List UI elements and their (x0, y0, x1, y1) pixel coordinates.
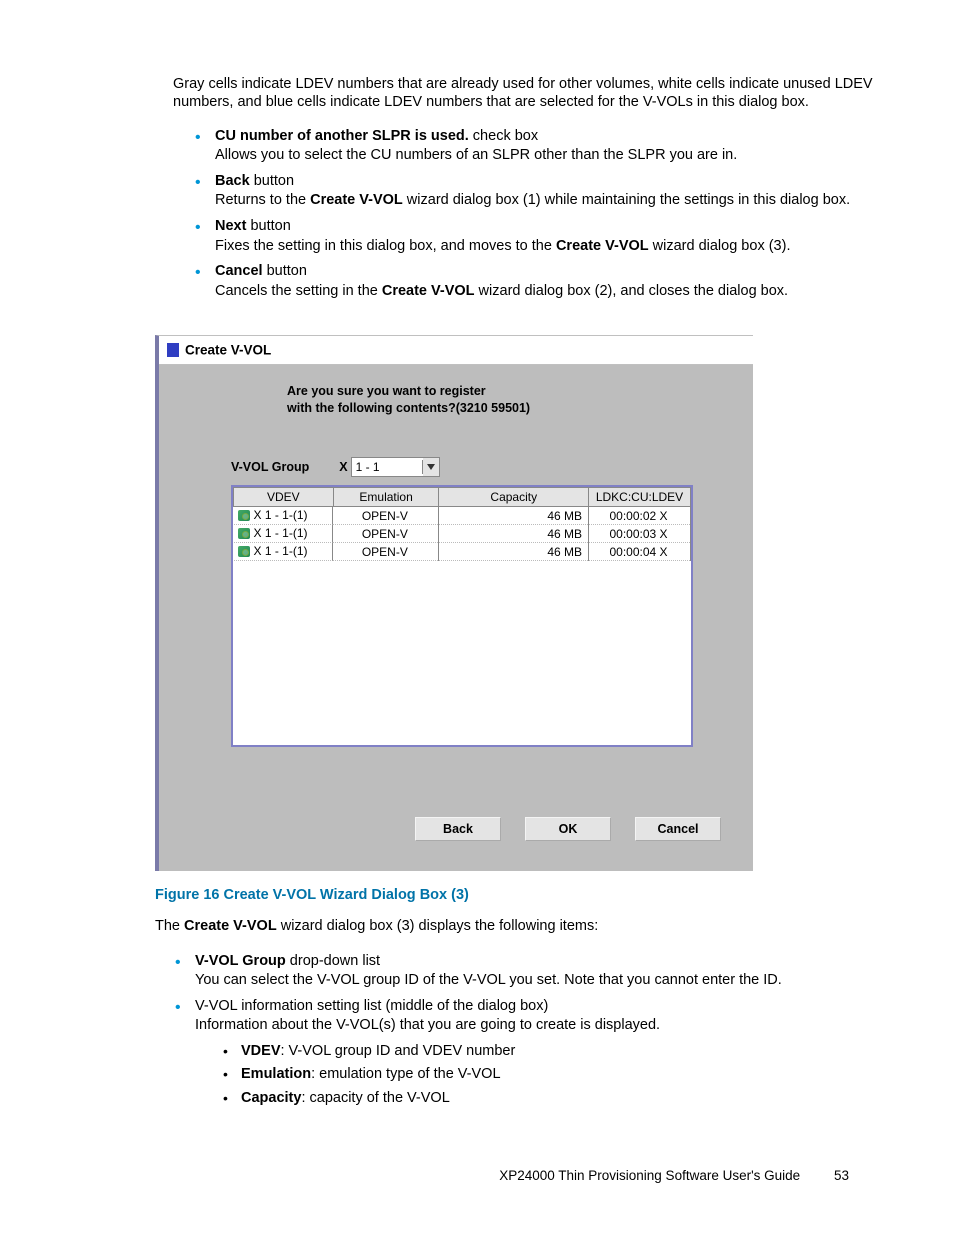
vvol-group-row: V-VOL Group X 1 - 1 (231, 457, 735, 477)
bullet-body-pre: Cancels the setting in the (215, 283, 382, 299)
bullet-lead-rest: drop-down list (286, 953, 380, 969)
after-caption-bold: Create V-VOL (184, 918, 277, 934)
back-button[interactable]: Back (415, 817, 501, 841)
bullet-body-pre: Fixes the setting in this dialog box, an… (215, 238, 556, 254)
cell-emulation: OPEN-V (333, 506, 439, 525)
col-ldkc: LDKC:CU:LDEV (589, 487, 691, 506)
cell-ldkc: 00:00:03 X (589, 525, 691, 543)
vvol-group-field: X 1 - 1 (339, 457, 439, 477)
cell-ldkc: 00:00:02 X (589, 506, 691, 525)
bottom-bullet-list: V-VOL Group drop-down list You can selec… (55, 952, 899, 1109)
intro-paragraph: Gray cells indicate LDEV numbers that ar… (173, 75, 894, 113)
vvol-group-dropdown[interactable]: 1 - 1 (351, 457, 440, 477)
inner-bullet-emulation: Emulation: emulation type of the V-VOL (223, 1065, 899, 1085)
cancel-button[interactable]: Cancel (635, 817, 721, 841)
vvol-table-container: VDEV Emulation Capacity LDKC:CU:LDEV X 1… (231, 485, 693, 747)
chevron-down-icon[interactable] (423, 458, 439, 476)
bullet-lead: Next (215, 218, 246, 234)
table-row[interactable]: X 1 - 1-(1) OPEN-V 46 MB 00:00:03 X (234, 525, 691, 543)
cell-ldkc: 00:00:04 X (589, 543, 691, 561)
bullet-lead-rest: button (246, 218, 290, 234)
bullet-lead-rest: check box (469, 128, 538, 144)
inner-rest: : V-VOL group ID and VDEV number (281, 1043, 516, 1059)
bullet-body-post: wizard dialog box (3). (649, 238, 791, 254)
bullet-body-bold: Create V-VOL (382, 283, 475, 299)
bullet-body: You can select the V-VOL group ID of the… (195, 972, 782, 988)
bullet-body-bold: Create V-VOL (310, 192, 403, 208)
volume-icon (238, 510, 250, 521)
bullet-body: Allows you to select the CU numbers of a… (215, 147, 737, 163)
bullet-body-post: wizard dialog box (2), and closes the di… (475, 283, 789, 299)
vvol-group-value: 1 - 1 (352, 460, 423, 474)
dialog-body: Are you sure you want to register with t… (159, 365, 753, 871)
dialog-button-row: Back OK Cancel (177, 817, 721, 841)
table-row[interactable]: X 1 - 1-(1) OPEN-V 46 MB 00:00:02 X (234, 506, 691, 525)
col-emulation: Emulation (333, 487, 439, 506)
bullet-next: Next button Fixes the setting in this di… (195, 217, 899, 256)
vvol-group-label: V-VOL Group (231, 460, 309, 474)
bullet-lead-rest: button (263, 263, 307, 279)
cell-emulation: OPEN-V (333, 525, 439, 543)
table-row[interactable]: X 1 - 1-(1) OPEN-V 46 MB 00:00:04 X (234, 543, 691, 561)
inner-bold: Emulation (241, 1066, 311, 1082)
bullet-vvol-group: V-VOL Group drop-down list You can selec… (175, 952, 899, 991)
bullet-lead-rest: button (250, 173, 294, 189)
bullet-lead: Back (215, 173, 250, 189)
page-number: 53 (834, 1168, 849, 1183)
inner-bold: VDEV (241, 1043, 281, 1059)
vvol-group-prefix: X (339, 460, 347, 474)
inner-rest: : capacity of the V-VOL (301, 1090, 449, 1106)
bullet-body-pre: Returns to the (215, 192, 310, 208)
bullet-lead: V-VOL Group (195, 953, 286, 969)
inner-rest: : emulation type of the V-VOL (311, 1066, 500, 1082)
inner-bullet-list: VDEV: V-VOL group ID and VDEV number Emu… (195, 1042, 899, 1109)
prompt-line2: with the following contents?(3210 59501) (287, 401, 530, 415)
col-vdev: VDEV (234, 487, 334, 506)
cell-vdev: X 1 - 1-(1) (254, 544, 308, 558)
cell-emulation: OPEN-V (333, 543, 439, 561)
cell-capacity: 46 MB (439, 506, 589, 525)
after-caption-pre: The (155, 918, 184, 934)
inner-bold: Capacity (241, 1090, 301, 1106)
volume-icon (238, 528, 250, 539)
bullet-vvol-info-list: V-VOL information setting list (middle o… (175, 997, 899, 1109)
confirm-prompt: Are you sure you want to register with t… (287, 383, 735, 417)
footer-title: XP24000 Thin Provisioning Software User'… (499, 1168, 800, 1183)
cell-vdev: X 1 - 1-(1) (254, 508, 308, 522)
bullet-body-post: wizard dialog box (1) while maintaining … (403, 192, 850, 208)
bullet-lead: Cancel (215, 263, 263, 279)
prompt-line1: Are you sure you want to register (287, 384, 486, 398)
bullet-cu-number: CU number of another SLPR is used. check… (195, 127, 899, 166)
bullet-body-bold: Create V-VOL (556, 238, 649, 254)
inner-bullet-vdev: VDEV: V-VOL group ID and VDEV number (223, 1042, 899, 1062)
cell-vdev: X 1 - 1-(1) (254, 526, 308, 540)
col-capacity: Capacity (439, 487, 589, 506)
bullet-lead-plain: V-VOL information setting list (middle o… (195, 998, 548, 1014)
dialog-title: Create V-VOL (185, 343, 271, 358)
vvol-table: VDEV Emulation Capacity LDKC:CU:LDEV X 1… (233, 487, 691, 562)
figure-caption: Figure 16 Create V-VOL Wizard Dialog Box… (155, 887, 899, 903)
dialog-titlebar: Create V-VOL (159, 336, 753, 365)
document-page: Gray cells indicate LDEV numbers that ar… (0, 0, 954, 1223)
table-header-row: VDEV Emulation Capacity LDKC:CU:LDEV (234, 487, 691, 506)
inner-bullet-capacity: Capacity: capacity of the V-VOL (223, 1089, 899, 1109)
bullet-lead: CU number of another SLPR is used. (215, 128, 469, 144)
cell-capacity: 46 MB (439, 543, 589, 561)
bullet-cancel: Cancel button Cancels the setting in the… (195, 262, 899, 301)
after-caption-paragraph: The Create V-VOL wizard dialog box (3) d… (155, 917, 894, 937)
volume-icon (238, 546, 250, 557)
title-chip-icon (167, 343, 179, 357)
after-caption-post: wizard dialog box (3) displays the follo… (277, 918, 599, 934)
bullet-back: Back button Returns to the Create V-VOL … (195, 172, 899, 211)
page-footer: XP24000 Thin Provisioning Software User'… (55, 1168, 899, 1183)
bullet-body: Information about the V-VOL(s) that you … (195, 1017, 660, 1033)
top-bullet-list: CU number of another SLPR is used. check… (55, 127, 899, 302)
ok-button[interactable]: OK (525, 817, 611, 841)
cell-capacity: 46 MB (439, 525, 589, 543)
dialog-screenshot: Create V-VOL Are you sure you want to re… (155, 335, 753, 871)
